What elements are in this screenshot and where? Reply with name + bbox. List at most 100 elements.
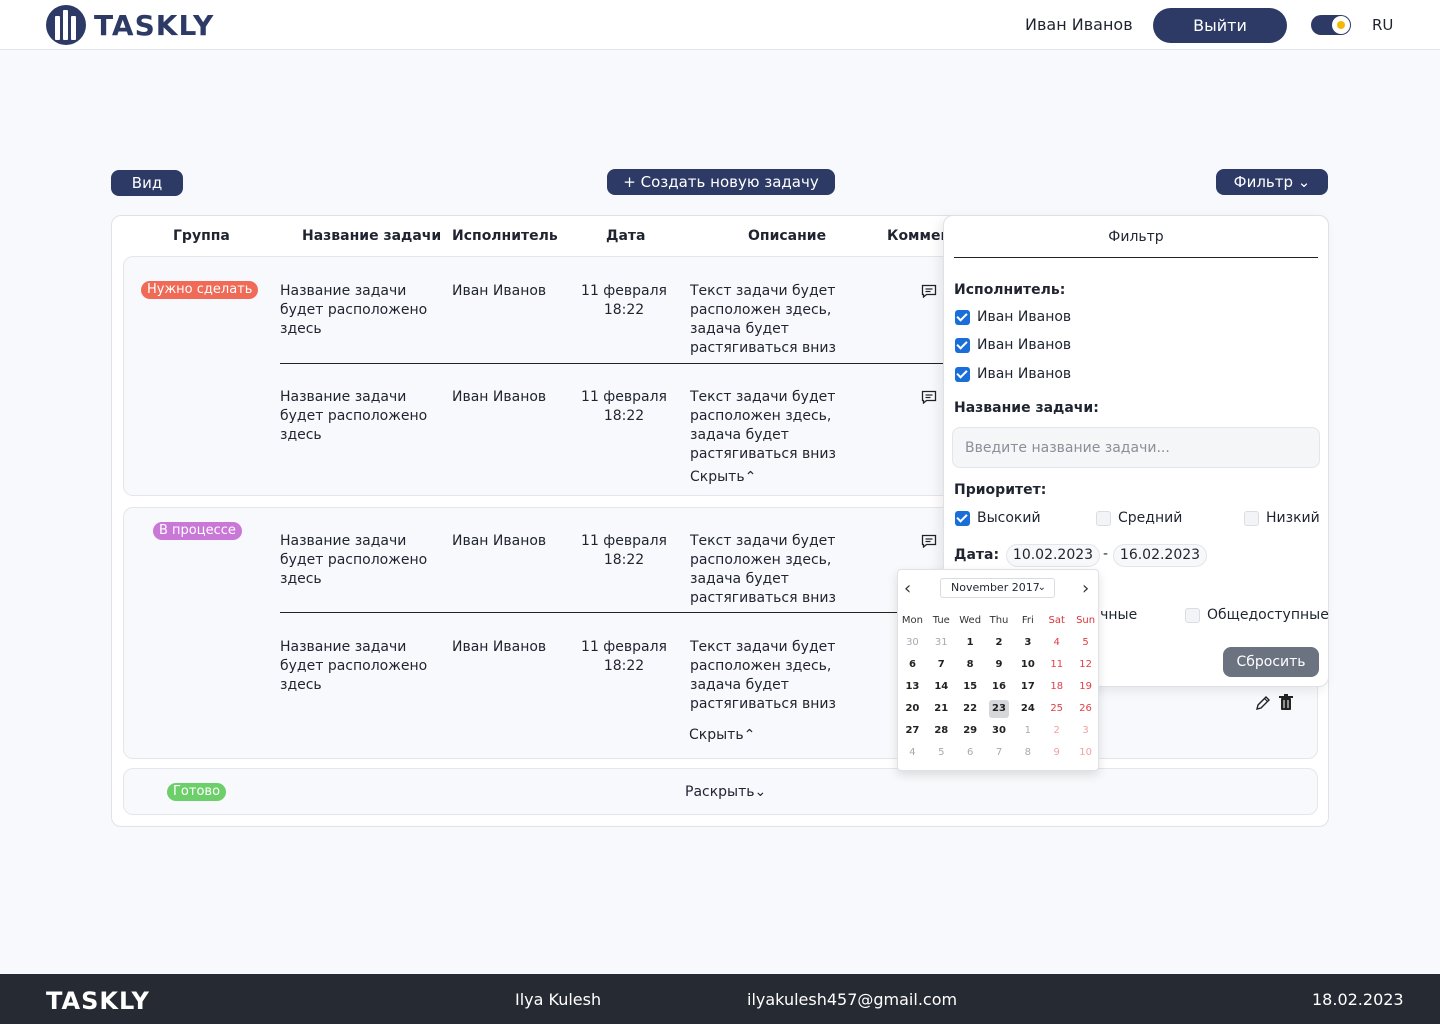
filter-button[interactable]: Фильтр ⌄ [1216,169,1328,195]
calendar-day[interactable]: 4 [1042,634,1071,652]
task-name[interactable]: Название задачи будет расположено здесь [280,532,430,589]
assignee-label: Исполнитель: [954,282,1066,298]
calendar-day[interactable]: 7 [985,744,1014,762]
checkbox-unchecked[interactable] [1244,510,1259,526]
status-badge[interactable]: Нужно сделать [141,281,259,299]
reset-button[interactable]: Сбросить [1223,647,1319,677]
calendar-day[interactable]: 24 [1013,700,1042,718]
calendar-day[interactable]: 10 [1071,744,1100,762]
calendar-day[interactable]: 4 [898,744,927,762]
calendar-day[interactable]: 1 [956,634,985,652]
calendar-day[interactable]: 15 [956,678,985,696]
date-to-input[interactable]: 16.02.2023 [1113,544,1207,567]
access-public-checkbox[interactable]: Общедоступные [1185,607,1329,623]
calendar-day[interactable]: 23 [988,700,1010,718]
edit-icon[interactable] [1254,694,1272,712]
checkbox-unchecked[interactable] [1185,607,1200,623]
calendar-day[interactable]: 29 [956,722,985,740]
calendar-day[interactable]: 17 [1013,678,1042,696]
status-badge[interactable]: В процессе [153,522,242,540]
assignee-checkbox[interactable]: Иван Иванов [955,337,1071,353]
task-assignee: Иван Иванов [452,533,547,549]
calendar-day[interactable]: 6 [898,656,927,674]
footer-email[interactable]: ilyakulesh457@gmail.com [747,990,957,1009]
prev-month-icon[interactable]: ‹ [904,580,911,598]
calendar-day[interactable]: 8 [1013,744,1042,762]
calendar-day[interactable]: 11 [1042,656,1071,674]
language-switch[interactable]: RU [1372,16,1393,34]
calendar-day[interactable]: 25 [1042,700,1071,718]
calendar-day[interactable]: 3 [1071,722,1100,740]
calendar-day[interactable]: 30 [985,722,1014,740]
checkbox-checked[interactable] [955,510,970,526]
calendar-day[interactable]: 31 [927,634,956,652]
weekday-label: Fri [1021,615,1034,626]
task-name[interactable]: Название задачи будет расположено здесь [280,388,430,445]
calendar-day[interactable]: 3 [1013,634,1042,652]
checkbox-checked[interactable] [955,366,970,382]
date-label: Дата: [954,547,1000,563]
task-description: Текст задачи будет расположен здесь, зад… [690,533,836,606]
checkbox-checked[interactable] [955,309,970,325]
weekday-label: Thu [989,615,1009,626]
task-assignee: Иван Иванов [452,389,547,405]
checkbox-unchecked[interactable] [1096,510,1111,526]
expand-link[interactable]: Раскрыть⌄ [685,784,766,800]
task-description: Текст задачи будет расположен здесь, зад… [690,283,836,356]
calendar-day[interactable]: 28 [927,722,956,740]
calendar-day[interactable]: 13 [898,678,927,696]
calendar-day[interactable]: 30 [898,634,927,652]
calendar-day[interactable]: 9 [985,656,1014,674]
footer-logo[interactable]: TASKLY [46,987,150,1015]
calendar-day[interactable]: 9 [1042,744,1071,762]
calendar-day[interactable]: 20 [898,700,927,718]
calendar-day[interactable]: 14 [927,678,956,696]
collapse-link[interactable]: Скрыть⌃ [690,469,756,485]
calendar-day[interactable]: 7 [927,656,956,674]
task-name-input[interactable] [952,427,1320,468]
calendar-day[interactable]: 12 [1071,656,1100,674]
task-name[interactable]: Название задачи будет расположено здесь [280,282,430,339]
status-badge[interactable]: Готово [167,783,227,801]
collapse-link[interactable]: Скрыть⌃ [689,727,755,743]
priority-high-checkbox[interactable]: Высокий [955,510,1041,526]
logout-button[interactable]: Выйти [1153,8,1287,43]
weekday-row: Mon Tue Wed Thu Fri Sat Sun [898,610,1100,632]
calendar-day[interactable]: 6 [956,744,985,762]
assignee-checkbox[interactable]: Иван Иванов [955,366,1071,382]
month-select[interactable]: November 2017 ⌄ [940,578,1055,598]
date-from-input[interactable]: 10.02.2023 [1006,544,1100,567]
calendar-day[interactable]: 10 [1013,656,1042,674]
header: TASKLY Иван Иванов Выйти RU [0,0,1440,50]
calendar-day[interactable]: 22 [956,700,985,718]
calendar-day[interactable]: 8 [956,656,985,674]
checkbox-checked[interactable] [955,337,970,353]
next-month-icon[interactable]: › [1082,580,1089,598]
calendar-day[interactable]: 5 [1071,634,1100,652]
task-assignee: Иван Иванов [452,283,547,299]
calendar-day[interactable]: 26 [1071,700,1100,718]
calendar-day[interactable]: 2 [985,634,1014,652]
calendar-day[interactable]: 16 [985,678,1014,696]
sun-icon [1332,16,1350,34]
calendar-day[interactable]: 1 [1013,722,1042,740]
calendar-day[interactable]: 2 [1042,722,1071,740]
calendar-day[interactable]: 19 [1071,678,1100,696]
calendar-day[interactable]: 21 [927,700,956,718]
calendar-day[interactable]: 5 [927,744,956,762]
comment-icon[interactable] [921,534,937,548]
priority-low-checkbox[interactable]: Низкий [1244,510,1320,526]
assignee-checkbox[interactable]: Иван Иванов [955,309,1071,325]
view-button[interactable]: Вид [111,170,183,196]
theme-toggle[interactable] [1311,15,1351,35]
task-name[interactable]: Название задачи будет расположено здесь [280,638,430,695]
comment-icon[interactable] [921,284,937,298]
calendar-day[interactable]: 27 [898,722,927,740]
trash-icon[interactable] [1279,694,1293,711]
logo[interactable]: TASKLY [46,5,214,45]
task-description: Текст задачи будет расположен здесь, зад… [690,389,836,462]
create-task-button[interactable]: + Создать новую задачу [607,169,835,195]
calendar-day[interactable]: 18 [1042,678,1071,696]
comment-icon[interactable] [921,390,937,404]
priority-medium-checkbox[interactable]: Средний [1096,510,1182,526]
